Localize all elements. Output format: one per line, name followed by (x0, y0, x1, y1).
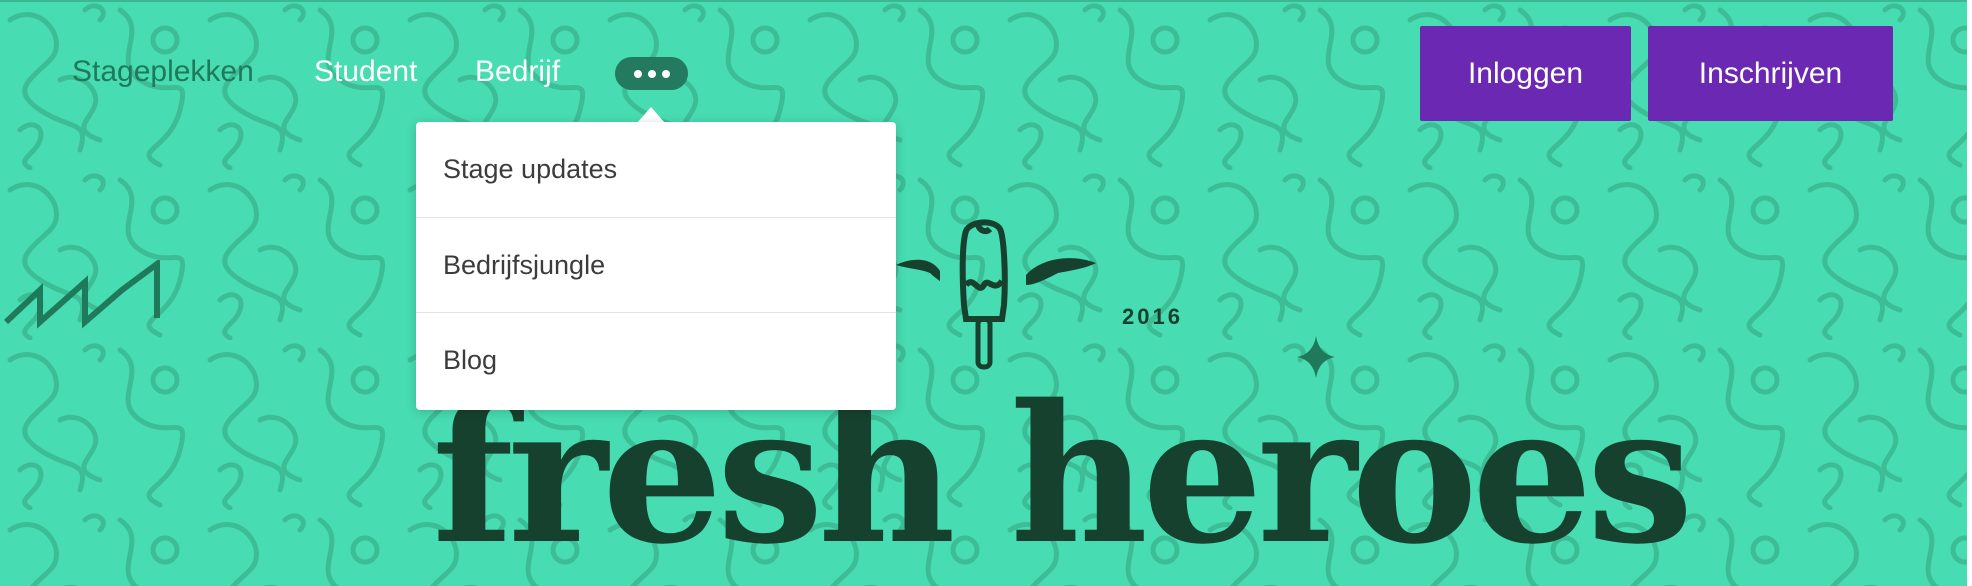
more-dots-icon-dot-3 (661, 69, 670, 78)
top-border (0, 0, 1972, 2)
year-label: 2016 (1122, 304, 1183, 329)
zigzag-decoration (3, 260, 160, 329)
login-button[interactable]: Inloggen (1420, 26, 1631, 121)
more-menu-button[interactable] (615, 57, 688, 90)
dropdown-caret (637, 107, 665, 123)
more-dots-icon-dot-2 (647, 69, 656, 78)
nav-stageplekken[interactable]: Stageplekken (72, 52, 254, 92)
winged-popsicle-icon (896, 219, 1096, 370)
hero-section: 2016 fresh heroes Stageplekken Student B… (0, 0, 1972, 586)
page-edge (1967, 0, 1972, 586)
menu-item-bedrijfsjungle[interactable]: Bedrijfsjungle (416, 217, 896, 312)
signup-button[interactable]: Inschrijven (1648, 26, 1893, 121)
nav-bedrijf[interactable]: Bedrijf (475, 52, 560, 92)
more-dropdown-menu: Stage updates Bedrijfsjungle Blog (416, 122, 896, 410)
nav-student[interactable]: Student (314, 52, 417, 92)
menu-item-blog[interactable]: Blog (416, 312, 896, 407)
more-dots-icon (633, 69, 642, 78)
menu-item-stage-updates[interactable]: Stage updates (416, 122, 896, 217)
